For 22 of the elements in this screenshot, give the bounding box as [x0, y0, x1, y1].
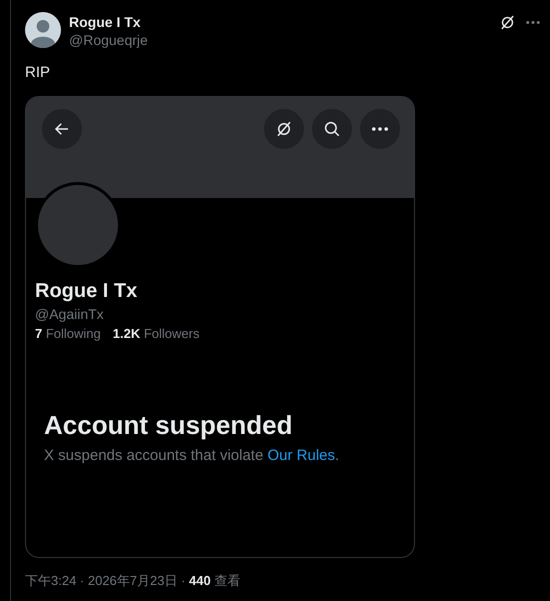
profile-handle: @AgaiinTx	[35, 306, 105, 322]
notice-period: .	[335, 447, 340, 464]
author-handle[interactable]: @Rogueqrje	[69, 31, 148, 49]
profile-stat[interactable]: 1.2K Followers	[112, 326, 200, 341]
grok-icon[interactable]	[499, 14, 516, 31]
search-icon	[323, 120, 341, 138]
back-button[interactable]	[42, 109, 82, 149]
notice-text: X suspends accounts that violate	[44, 447, 264, 464]
more-button[interactable]	[360, 109, 400, 149]
author-name[interactable]: Rogue I Tx	[69, 13, 148, 31]
grok-icon	[275, 120, 293, 138]
more-icon	[372, 127, 388, 131]
avatar-icon[interactable]	[25, 12, 61, 48]
profile-stat[interactable]: 7 Following	[35, 326, 101, 341]
post-text: RIP	[25, 64, 52, 82]
more-icon[interactable]	[526, 21, 540, 24]
search-button[interactable]	[312, 109, 352, 149]
post-meta: 下午3:24 · 2026年7月23日 · 440 查看	[25, 572, 242, 590]
grok-button[interactable]	[264, 109, 304, 149]
rules-link[interactable]: Our Rules	[267, 447, 336, 464]
profile-name: Rogue I Tx	[35, 279, 138, 303]
notice-title: Account suspended	[44, 409, 294, 441]
